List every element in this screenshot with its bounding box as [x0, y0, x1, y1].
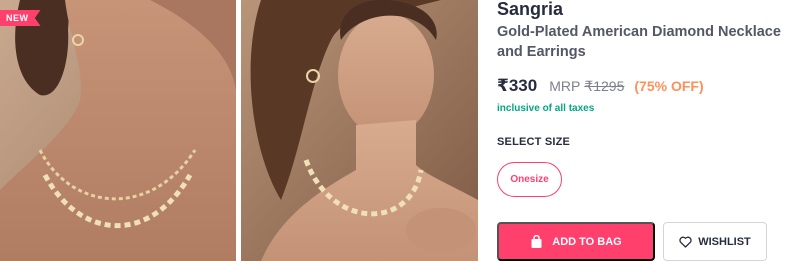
selling-price: ₹330 [497, 76, 538, 95]
size-option-onesize[interactable]: Onesize [497, 162, 562, 197]
select-size-heading: SELECT SIZE [497, 136, 571, 148]
wishlist-button[interactable]: WISHLIST [663, 222, 767, 261]
discount-percent: (75% OFF) [634, 78, 704, 94]
price-row: ₹330 MRP ₹1295 (75% OFF) [497, 76, 704, 96]
product-image-2[interactable] [241, 0, 478, 261]
product-image-1[interactable] [0, 0, 236, 261]
tax-note: inclusive of all taxes [497, 103, 595, 114]
add-to-bag-button[interactable]: ADD TO BAG [497, 222, 655, 261]
shopping-bag-icon [530, 234, 543, 249]
brand-name[interactable]: Sangria [497, 0, 563, 18]
new-badge: NEW [0, 10, 41, 26]
product-gallery: NEW [0, 0, 478, 261]
product-details: Sangria Gold-Plated American Diamond Nec… [497, 0, 800, 261]
mrp-label: MRP [549, 78, 581, 94]
heart-icon [679, 236, 692, 248]
wishlist-label: WISHLIST [698, 235, 751, 248]
product-title: Gold-Plated American Diamond Necklace an… [497, 24, 781, 60]
mrp-value: ₹1295 [584, 78, 625, 94]
add-to-bag-label: ADD TO BAG [552, 235, 622, 248]
